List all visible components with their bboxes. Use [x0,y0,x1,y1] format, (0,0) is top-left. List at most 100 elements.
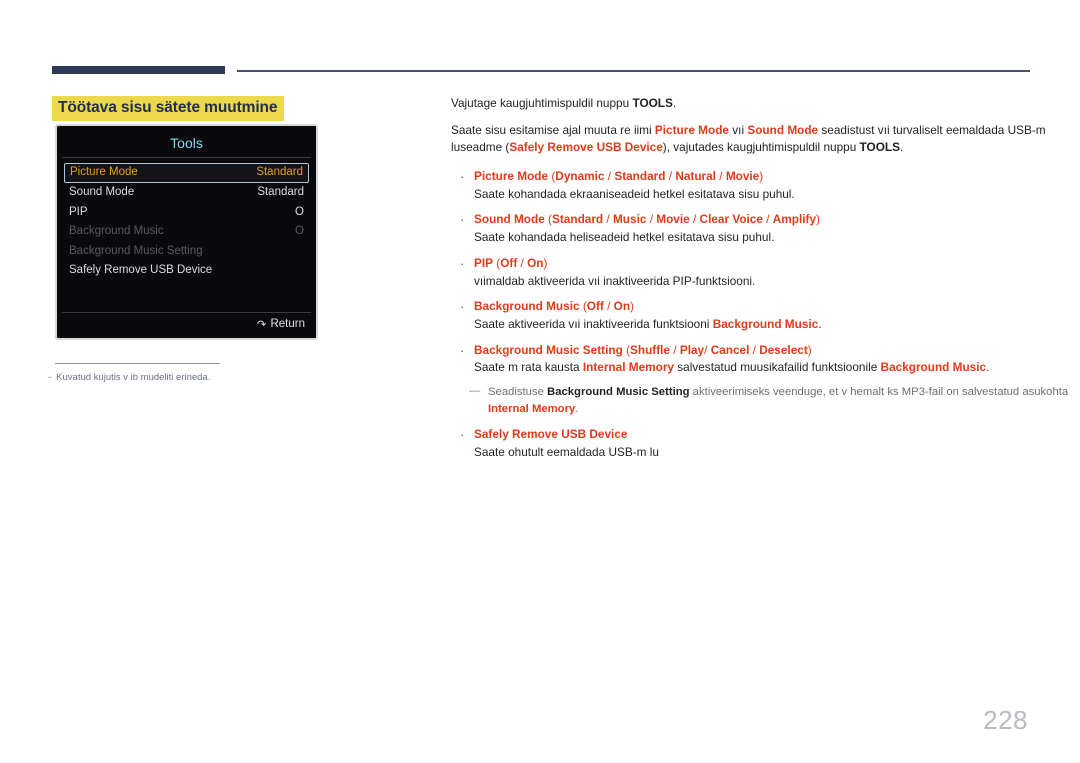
note-background-music-setting: Seadistuse Background Music Setting akti… [469,383,1071,417]
paren-close: ) [543,255,548,270]
page-number: 228 [983,705,1028,735]
footnote-text: Kuvatud kujutis v ib mudeliti erineda. [56,372,211,383]
intro-1-pre: Vajutage kaugjuhtimispuldil nuppu [451,96,633,110]
option-value: Natural [675,169,716,184]
bullet-description: vıimaldab aktiveerida vıi inaktiveerida … [474,273,756,288]
tools-button-name: TOOLS [632,96,673,110]
desc-pre: Saate m rata kausta [474,360,583,375]
osd-value: Standard [256,166,303,179]
term-internal-memory: Internal Memory [488,402,576,415]
bullet-description: Saate ohutult eemaldada USB-m lu [474,445,659,460]
paren-close: ) [630,299,634,314]
header-rules [52,64,1030,76]
option-value: Music [612,212,647,227]
list-item-sound-mode: Sound Mode (Standard / Music / Movie / C… [451,210,1071,246]
note-s3: . [575,402,579,415]
osd-tools-panel: Tools Picture Mode Standard Sound Mode S… [55,124,318,340]
list-item-picture-mode: Picture Mode (Dynamic / Standard / Natur… [451,167,1071,203]
osd-row-sound-mode[interactable]: Sound Mode Standard [64,183,309,203]
osd-row-pip[interactable]: PIP O [64,203,309,223]
paren-open: ( [579,299,587,314]
osd-value: O [295,205,304,218]
intro-2-s4: ), vajutades kaugjuhtimispuldil nuppu [662,140,860,155]
desc-post: . [818,316,822,331]
bullet-heading: Sound Mode (Standard / Music / Movie / C… [474,212,820,227]
option-value: On [527,255,544,270]
osd-title: Tools [62,129,311,158]
option-value: Movie [725,169,760,184]
paren-close: ) [807,342,812,357]
footnote-dash: - [48,372,52,383]
term-background-music: Background Music [712,316,819,331]
option-value: Shuffle [630,342,670,357]
option-name: Background Music [474,299,580,314]
option-value: Off [586,299,604,314]
bullet-heading: Safely Remove USB Device [474,426,1071,444]
option-name: Background Music Setting [474,342,623,357]
option-value: Deselect [759,342,808,357]
return-arrow-icon: ↶ [257,318,267,331]
option-name: Sound Mode [474,212,545,227]
bullet-heading: Background Music (Off / On) [474,299,634,314]
bullet-description: Saate kohandada heliseadeid hetkel esita… [474,230,775,245]
page-title: Töötava sisu sätete muutmine [52,96,285,121]
term-sound-mode: Sound Mode [747,122,819,137]
osd-label: Sound Mode [69,186,135,198]
option-value: Movie [656,212,690,227]
term-background-music: Background Music [880,360,987,375]
footnote-rule [55,363,220,364]
option-name: Picture Mode [474,169,549,184]
osd-row-picture-mode[interactable]: Picture Mode Standard [64,163,309,183]
header-divider-line [237,70,1030,72]
option-value: Standard [552,212,604,227]
term-safely-remove-usb-device: Safely Remove USB Device [509,140,663,155]
paren-open: ( [622,342,631,357]
term-picture-mode: Picture Mode [654,122,729,137]
intro-paragraph-1: Vajutage kaugjuhtimispuldil nuppu TOOLS. [451,95,1071,113]
list-item-background-music: Background Music (Off / On) Saate aktive… [451,297,1071,334]
intro-1-post: . [672,96,677,110]
content-column: Vajutage kaugjuhtimispuldil nuppu TOOLS.… [451,95,1071,470]
intro-2-s5: . [899,140,904,155]
option-value: Cancel [710,342,750,357]
osd-return-label: Return [270,318,305,330]
term-background-music-setting: Background Music Setting [547,385,690,398]
osd-value: O [295,225,304,237]
intro-2-s1: Saate sisu esitamise ajal muuta re iimi [451,122,655,137]
paren-open: ( [544,212,552,227]
option-value: Standard [614,169,666,184]
option-value: Amplify [772,212,817,227]
note-s1: Seadistuse [488,385,548,398]
osd-label: Background Music [69,225,164,237]
bullet-heading: Picture Mode (Dynamic / Standard / Natur… [474,169,764,184]
osd-label: Safely Remove USB Device [69,264,213,276]
osd-row-safely-remove-usb-device[interactable]: Safely Remove USB Device [64,261,309,281]
tools-button-name-2: TOOLS [859,140,900,155]
option-value: Play [679,342,705,357]
bullet-heading: PIP (Off / On) [474,255,548,270]
osd-row-background-music-setting: Background Music Setting [64,242,309,262]
osd-menu-list: Picture Mode Standard Sound Mode Standar… [57,158,316,281]
option-value: Off [500,255,518,270]
list-item-safely-remove-usb-device: Safely Remove USB Device Saate ohutult e… [451,425,1071,461]
bullet-description: Saate m rata kausta Internal Memory salv… [474,359,1071,377]
osd-footer: ↶ Return [62,312,311,335]
list-item-background-music-setting: Background Music Setting (Shuffle / Play… [451,341,1071,418]
option-value: On [613,299,631,314]
desc-post: . [986,360,990,375]
footnote: - Kuvatud kujutis v ib mudeliti erineda. [48,372,210,383]
osd-label: PIP [69,205,88,218]
option-value: Dynamic [555,169,605,184]
osd-label: Background Music Setting [69,244,203,257]
osd-value: Standard [257,186,304,198]
options-list: Picture Mode (Dynamic / Standard / Natur… [451,167,1071,462]
option-value: Clear Voice [699,212,763,227]
list-item-pip: PIP (Off / On) vıimaldab aktiveerida vıi… [451,254,1071,290]
option-name: PIP [474,255,494,270]
bullet-description: Saate kohandada ekraaniseadeid hetkel es… [474,186,795,201]
bullet-description: Saate aktiveerida vıi inaktiveerida funk… [474,316,1071,334]
header-accent-bar [52,66,225,74]
osd-row-background-music: Background Music O [64,222,309,242]
osd-label: Picture Mode [70,166,138,179]
intro-paragraph-2: Saate sisu esitamise ajal muuta re iimi … [451,122,1071,157]
